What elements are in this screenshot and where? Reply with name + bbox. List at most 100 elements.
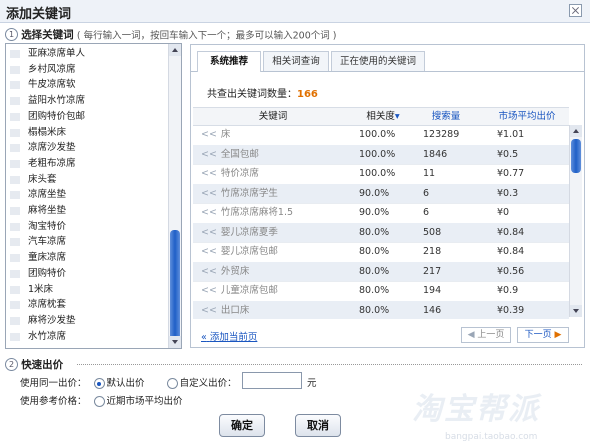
- table-row[interactable]: << 竹席凉席麻将1.5 90.0% 6 ¥0: [193, 203, 569, 224]
- keyword-list-item[interactable]: 团购特价包邮: [6, 109, 168, 125]
- ok-button[interactable]: 确定: [219, 414, 265, 437]
- keyword-list-item[interactable]: 团购特价: [6, 266, 168, 282]
- keyword-list-item[interactable]: 床头套: [6, 172, 168, 188]
- add-arrow-icon[interactable]: <<: [201, 149, 217, 160]
- add-arrow-icon[interactable]: <<: [201, 305, 217, 316]
- line-number-icon: [10, 222, 20, 231]
- keyword-list-item[interactable]: 水竹凉席: [6, 329, 168, 345]
- reference-price-label: 使用参考价格：: [20, 396, 87, 407]
- table-scroll-thumb[interactable]: [571, 139, 581, 173]
- add-arrow-icon[interactable]: <<: [201, 188, 217, 199]
- keyword-cell[interactable]: << 特价凉席: [201, 164, 259, 184]
- add-arrow-icon[interactable]: <<: [201, 168, 217, 179]
- table-header: 关键词 相关度▾ 搜索量 市场平均出价: [193, 107, 569, 126]
- relevance-cell-text: 90.0%: [359, 187, 390, 199]
- table-row[interactable]: << 特价凉席 100.0% 11 ¥0.77: [193, 164, 569, 185]
- keyword-cell[interactable]: << 床: [201, 125, 230, 145]
- keyword-cell[interactable]: << 婴儿凉席包邮: [201, 242, 278, 262]
- cancel-button[interactable]: 取消: [295, 414, 341, 437]
- add-arrow-icon[interactable]: <<: [201, 246, 217, 257]
- sort-down-icon[interactable]: ▾: [395, 111, 400, 122]
- table-row[interactable]: << 床 100.0% 123289 ¥1.01: [193, 125, 569, 146]
- close-icon[interactable]: [569, 4, 582, 17]
- table-row[interactable]: << 全国包邮 100.0% 1846 ¥0.5: [193, 144, 569, 165]
- avg-price-cell: ¥0: [497, 203, 509, 223]
- table-row[interactable]: << 外贸床 80.0% 217 ¥0.56: [193, 261, 569, 282]
- keyword-list-item[interactable]: 凉席枕套: [6, 297, 168, 313]
- keyword-list-item[interactable]: 汽车凉席: [6, 234, 168, 250]
- add-arrow-icon[interactable]: <<: [201, 266, 217, 277]
- default-bid-radio[interactable]: [93, 378, 105, 389]
- scroll-down-icon[interactable]: [169, 336, 181, 348]
- table-row[interactable]: << 婴儿凉席夏季 80.0% 508 ¥0.84: [193, 222, 569, 243]
- keyword-cell[interactable]: << 儿童凉席包邮: [201, 281, 278, 301]
- header-relevance[interactable]: 相关度▾: [353, 108, 413, 125]
- left-list-scrollbar[interactable]: [168, 44, 181, 348]
- same-bid-row: 使用同一出价： 默认出价 自定义出价：: [20, 375, 237, 389]
- keyword-list-item[interactable]: 亚麻凉席单人: [6, 46, 168, 62]
- add-arrow-icon[interactable]: <<: [201, 227, 217, 238]
- keyword-list-item-label: 1米床: [28, 283, 54, 295]
- table-scroll-down-icon[interactable]: [570, 305, 582, 317]
- keyword-list-item[interactable]: 麻将沙发垫: [6, 313, 168, 329]
- table-row[interactable]: << 儿童凉席包邮 80.0% 194 ¥0.9: [193, 281, 569, 302]
- section1-title: 选择关键词: [21, 29, 74, 41]
- keyword-list-item[interactable]: 乡村风凉席: [6, 62, 168, 78]
- keyword-table: 关键词 相关度▾ 搜索量 市场平均出价 << 床 100.0% 123289 ¥1.01…: [193, 107, 569, 319]
- tab-used-keywords[interactable]: 正在使用的关键词: [331, 51, 425, 71]
- table-scrollbar[interactable]: [569, 125, 582, 317]
- keyword-list-item[interactable]: 牛皮凉席软: [6, 77, 168, 93]
- keyword-list-item[interactable]: 榻榻米床: [6, 125, 168, 141]
- table-row[interactable]: << 竹席凉席学生 90.0% 6 ¥0.3: [193, 183, 569, 204]
- keyword-input-list[interactable]: 亚麻凉席单人 乡村风凉席 牛皮凉席软 益阳水竹凉席 团购特价包邮 榻榻米床 凉席沙发垫 老粗布…: [5, 43, 182, 349]
- keyword-list-item[interactable]: 1米床: [6, 282, 168, 298]
- keyword-list-item[interactable]: 凉席沙发垫: [6, 140, 168, 156]
- market-avg-radio[interactable]: [93, 396, 105, 407]
- table-row[interactable]: << 婴儿凉席包邮 80.0% 218 ¥0.84: [193, 242, 569, 263]
- searches-cell-text: 123289: [423, 129, 460, 140]
- header-searches[interactable]: 搜索量: [415, 108, 477, 125]
- next-page-button[interactable]: 下一页 ▶: [517, 327, 569, 343]
- add-current-page-link[interactable]: « 添加当前页: [201, 329, 257, 343]
- keyword-cell-text: 婴儿凉席包邮: [220, 246, 278, 257]
- keyword-cell[interactable]: << 出口床: [201, 301, 249, 320]
- tab-system-recommend[interactable]: 系统推荐: [197, 51, 261, 72]
- table-row[interactable]: << 出口床 80.0% 146 ¥0.39: [193, 300, 569, 320]
- add-arrow-icon[interactable]: <<: [201, 207, 217, 218]
- left-list-scroll-thumb[interactable]: [170, 230, 180, 340]
- relevance-cell-text: 100.0%: [359, 168, 396, 179]
- add-arrow-icon[interactable]: <<: [201, 129, 217, 140]
- double-left-arrow-icon: «: [201, 332, 207, 343]
- relevance-cell: 80.0%: [359, 301, 389, 320]
- keyword-cell[interactable]: << 婴儿凉席夏季: [201, 223, 278, 243]
- keyword-cell[interactable]: << 竹席凉席学生: [201, 184, 278, 204]
- scroll-up-icon[interactable]: [169, 44, 181, 56]
- line-number-icon: [10, 191, 20, 200]
- keyword-list-item[interactable]: 童床凉席: [6, 250, 168, 266]
- keyword-list-item[interactable]: 麻将坐垫: [6, 203, 168, 219]
- tab-related-query[interactable]: 相关词查询: [263, 51, 329, 71]
- custom-bid-label[interactable]: 自定义出价：: [180, 378, 237, 389]
- custom-bid-input[interactable]: [242, 372, 302, 389]
- dialog-title: 添加关键词: [6, 7, 72, 22]
- keyword-list-item-label: 水竹凉席: [28, 330, 67, 342]
- market-avg-label[interactable]: 近期市场平均出价: [107, 396, 183, 407]
- keyword-cell[interactable]: << 全国包邮: [201, 145, 259, 165]
- keyword-cell[interactable]: << 竹席凉席麻将1.5: [201, 203, 293, 223]
- custom-bid-radio[interactable]: [166, 378, 178, 389]
- keyword-list-item[interactable]: 益阳水竹凉席: [6, 93, 168, 109]
- keyword-count-value: 166: [297, 89, 318, 100]
- keyword-cell[interactable]: << 外贸床: [201, 262, 249, 282]
- default-bid-label[interactable]: 默认出价: [107, 378, 145, 389]
- header-avg-price[interactable]: 市场平均出价: [485, 108, 569, 125]
- keyword-list-item[interactable]: 老粗布凉席: [6, 156, 168, 172]
- keyword-count-label: 共查出关键词数量：: [207, 89, 297, 100]
- searches-cell-text: 146: [423, 304, 442, 316]
- step-number-1: 1: [5, 28, 18, 41]
- searches-cell: 123289: [423, 125, 459, 145]
- prev-page-button[interactable]: ◀ 上一页: [461, 327, 511, 343]
- keyword-list-item[interactable]: 凉席坐垫: [6, 187, 168, 203]
- add-arrow-icon[interactable]: <<: [201, 285, 217, 296]
- table-scroll-up-icon[interactable]: [570, 125, 582, 137]
- keyword-list-item[interactable]: 淘宝特价: [6, 219, 168, 235]
